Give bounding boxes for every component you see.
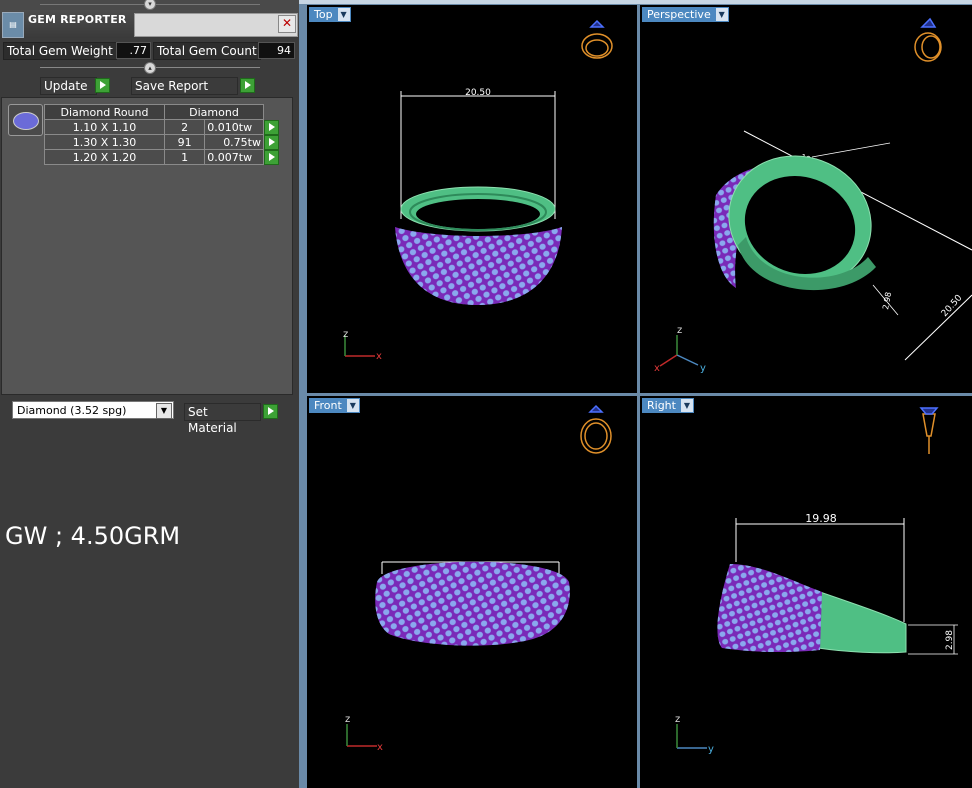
update-button[interactable]: Update [40, 77, 97, 95]
svg-text:x: x [377, 742, 383, 753]
collapse-knob-2[interactable]: ▴ [144, 62, 156, 74]
gem-reporter-panel: ▾ ▤ GEM REPORTER ✕ Total Gem Weight .77 … [0, 0, 299, 788]
row-go-icon[interactable] [264, 149, 279, 165]
viewport-right[interactable]: Right ▼ 19.98 2.98 y z [640, 396, 972, 788]
ring-icon [580, 404, 612, 454]
axis-gizmo-icon: x z [345, 714, 383, 753]
perspective-view-canvas: 19.98 2.98 20.50 x y z [654, 17, 972, 374]
gem-count: 91 [163, 134, 206, 150]
gem-size: 1.30 X 1.30 [44, 134, 165, 150]
close-icon[interactable]: ✕ [278, 15, 296, 33]
svg-text:19.98: 19.98 [805, 512, 837, 525]
svg-text:x: x [654, 363, 660, 374]
svg-text:x: x [376, 351, 382, 362]
top-dimension: 20.50 [465, 88, 491, 98]
ring-icon [919, 407, 939, 454]
gem-table: Diamond Round Diamond 1.10 X 1.10 2 0.01… [44, 104, 282, 165]
row-go-icon[interactable] [264, 134, 279, 150]
total-weight-label: Total Gem Weight [3, 42, 117, 60]
axis-gizmo-icon: y z [675, 714, 714, 755]
update-go-icon[interactable] [95, 78, 110, 93]
dropdown-arrow-icon[interactable]: ▼ [156, 403, 172, 419]
viewport-top[interactable]: Top ▼ 20.50 x z [307, 5, 637, 393]
svg-text:y: y [700, 363, 706, 374]
gold-weight-note: GW ; 4.50GRM [5, 522, 181, 550]
material-select[interactable]: Diamond (3.52 spg) [12, 401, 174, 419]
axis-gizmo-icon: x y z [654, 325, 706, 374]
header-material: Diamond [164, 104, 264, 120]
gem-count: 1 [163, 149, 206, 165]
set-material-go-icon[interactable] [263, 404, 278, 419]
gem-reporter-icon: ▤ [2, 12, 24, 38]
table-row[interactable]: 1.10 X 1.10 2 0.010tw [44, 119, 282, 135]
set-material-button[interactable]: Set Material [184, 403, 261, 435]
header-shape: Diamond Round [44, 104, 165, 120]
svg-text:2.98: 2.98 [945, 630, 955, 650]
save-report-button[interactable]: Save Report [131, 77, 238, 95]
axis-gizmo-icon: x z [343, 329, 382, 362]
viewport-top-tabs [299, 0, 972, 4]
svg-text:z: z [343, 329, 348, 340]
svg-text:z: z [345, 714, 350, 725]
ring-icon [914, 17, 942, 62]
gem-size: 1.20 X 1.20 [44, 149, 165, 165]
title-tab-area [134, 13, 298, 37]
gem-oval-icon[interactable] [8, 104, 43, 136]
svg-text:y: y [708, 744, 714, 755]
gem-weight: 0.75tw [204, 134, 264, 150]
ring-icon [581, 19, 613, 59]
total-count-value: 94 [258, 42, 295, 59]
front-view-canvas: x z [345, 404, 612, 753]
svg-text:z: z [675, 714, 680, 725]
row-go-icon[interactable] [264, 119, 279, 135]
table-row[interactable]: 1.30 X 1.30 91 0.75tw [44, 134, 282, 150]
svg-text:z: z [677, 325, 682, 336]
viewport-front[interactable]: Front ▼ x z [307, 396, 637, 788]
right-view-canvas: 19.98 2.98 y z [675, 407, 958, 755]
gem-weight: 0.010tw [204, 119, 264, 135]
gem-size: 1.10 X 1.10 [44, 119, 165, 135]
viewport-perspective[interactable]: Perspective▼ 19.98 2.98 20.50 x y z [640, 5, 972, 393]
table-row[interactable]: 1.20 X 1.20 1 0.007tw [44, 149, 282, 165]
top-view-canvas: 20.50 x z [343, 19, 613, 362]
gem-count: 2 [163, 119, 206, 135]
save-report-go-icon[interactable] [240, 78, 255, 93]
total-weight-value: .77 [116, 42, 151, 59]
total-count-label: Total Gem Count [153, 42, 261, 60]
gem-weight: 0.007tw [204, 149, 264, 165]
panel-title: GEM REPORTER [28, 13, 127, 26]
